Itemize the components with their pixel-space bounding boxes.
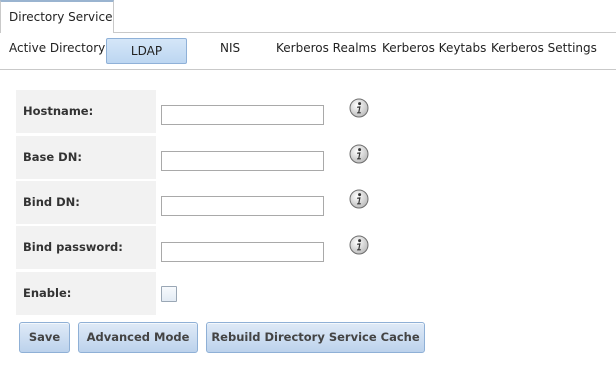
subtab-nis[interactable]: NIS (220, 40, 240, 56)
subtab-active-directory[interactable]: Active Directory (9, 40, 105, 56)
base-dn-label: Base DN: (16, 136, 156, 179)
subtab-ldap[interactable]: LDAP (106, 38, 187, 64)
subtab-kerberos-settings[interactable]: Kerberos Settings (491, 40, 597, 56)
subtab-kerberos-realms[interactable]: Kerberos Realms (276, 40, 376, 56)
tab-directory-service[interactable]: Directory Service (0, 0, 114, 33)
hostname-label: Hostname: (16, 90, 156, 133)
subtab-divider (0, 69, 616, 70)
info-icon[interactable] (349, 189, 369, 209)
subtab-kerberos-keytabs[interactable]: Kerberos Keytabs (382, 40, 486, 56)
info-icon[interactable] (349, 98, 369, 118)
directory-service-page: Directory Service Active Directory LDAP … (0, 0, 616, 370)
bind-password-input[interactable] (161, 242, 324, 262)
bind-dn-label: Bind DN: (16, 181, 156, 224)
info-icon[interactable] (349, 235, 369, 255)
advanced-mode-button[interactable]: Advanced Mode (78, 322, 198, 353)
bind-password-label: Bind password: (16, 226, 156, 269)
base-dn-input[interactable] (161, 151, 324, 171)
info-icon[interactable] (349, 144, 369, 164)
rebuild-directory-service-cache-button[interactable]: Rebuild Directory Service Cache (206, 322, 425, 353)
subtab-bar: Active Directory LDAP NIS Kerberos Realm… (0, 33, 616, 70)
save-button[interactable]: Save (19, 322, 70, 353)
hostname-input[interactable] (161, 105, 324, 125)
enable-checkbox[interactable] (161, 286, 177, 302)
enable-label: Enable: (16, 272, 156, 315)
bind-dn-input[interactable] (161, 196, 324, 216)
